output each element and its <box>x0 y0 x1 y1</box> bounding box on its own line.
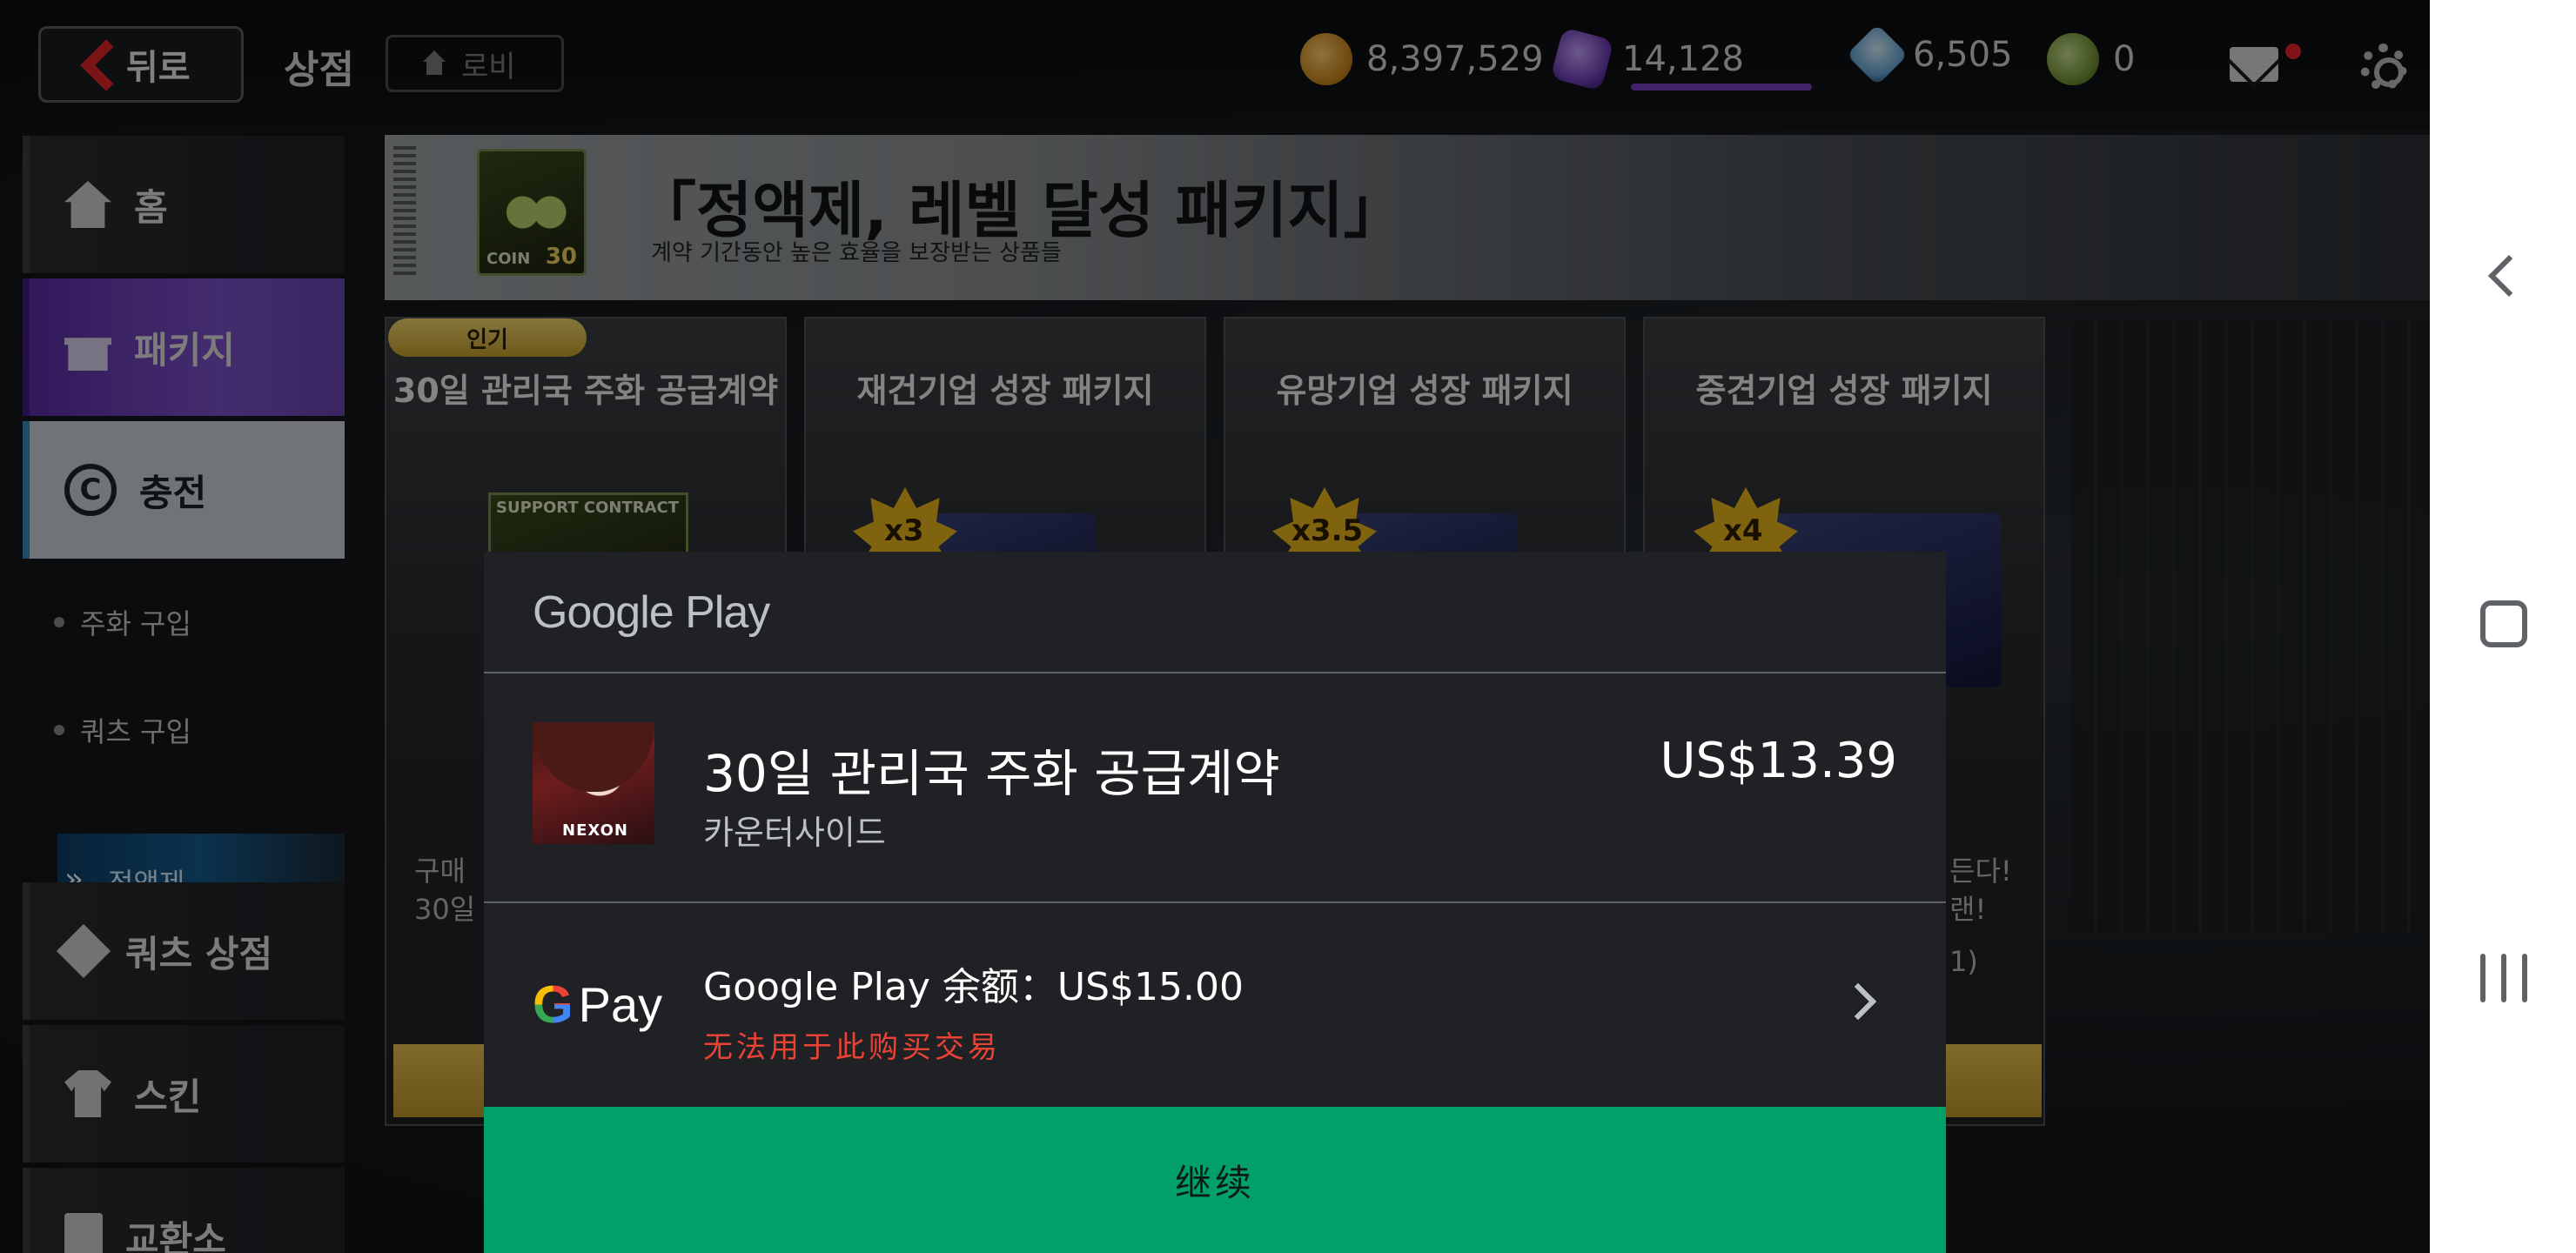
continue-button[interactable]: 继续 <box>484 1107 1946 1253</box>
nav-recents-icon[interactable] <box>2480 954 2527 1002</box>
nav-home-icon[interactable] <box>2480 600 2527 647</box>
google-g-icon: G <box>533 975 574 1034</box>
nav-back-icon[interactable] <box>2487 254 2531 298</box>
pay-word: Pay <box>578 977 663 1032</box>
system-nav-bar <box>2430 0 2576 1253</box>
payment-balance: Google Play 余额：US$15.00 <box>703 965 1244 1009</box>
google-play-purchase-sheet: Google Play NEXON 30일 관리국 주화 공급계약 카운터사이드… <box>484 552 1946 1253</box>
sheet-header: Google Play <box>484 552 1946 673</box>
publisher-logo: NEXON <box>562 821 628 840</box>
purchase-item-row: NEXON 30일 관리국 주화 공급계약 카운터사이드 US$13.39 <box>484 675 1946 903</box>
item-name: 30일 관리국 주화 공급계약 <box>703 744 1280 803</box>
developer-name: 카운터사이드 <box>703 814 886 852</box>
chevron-right-icon[interactable] <box>1839 982 1877 1021</box>
google-pay-logo: G Pay <box>533 975 662 1035</box>
continue-label: 继续 <box>1174 1161 1255 1204</box>
payment-method-row[interactable]: G Pay Google Play 余额：US$15.00 无法用于此购买交易 <box>484 905 1946 1103</box>
item-price: US$13.39 <box>1660 733 1897 789</box>
payment-error: 无法用于此购买交易 <box>703 1030 1001 1065</box>
google-play-title: Google Play <box>533 587 770 638</box>
app-thumbnail-art <box>533 722 654 792</box>
